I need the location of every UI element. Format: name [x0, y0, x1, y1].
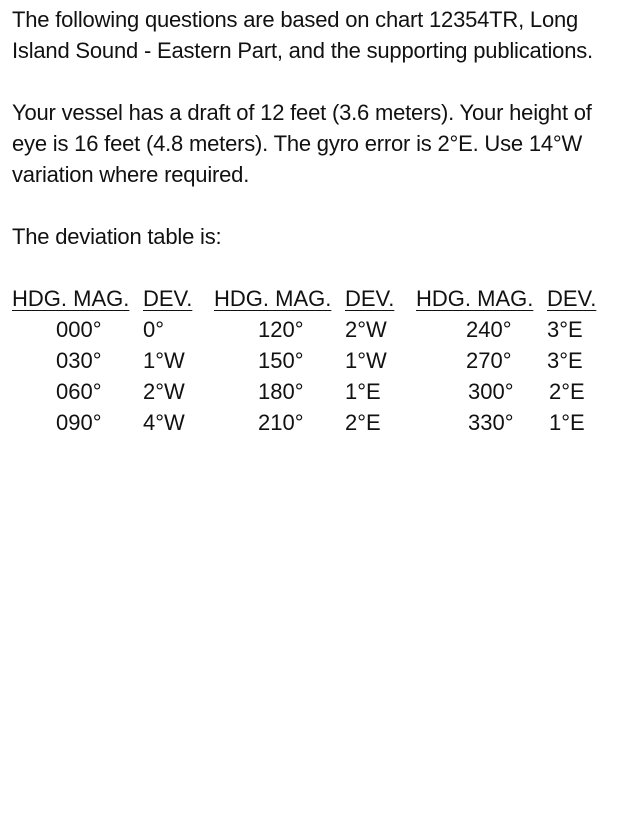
table-cell: 4°W [143, 410, 185, 435]
table-cell: 3°E [547, 348, 583, 373]
table-cell: 2°W [143, 379, 185, 404]
header-dev-3: DEV. [547, 286, 597, 311]
table-cell: 1°E [549, 410, 585, 435]
header-hdg-mag-3: HDG. MAG. [416, 286, 534, 311]
table-cell: 180° [258, 379, 304, 404]
table-cell: 090° [56, 410, 102, 435]
table-cell: 270° [466, 348, 512, 373]
table-cell: 030° [56, 348, 102, 373]
table-cell: 2°E [345, 410, 381, 435]
table-cell: 000° [56, 317, 102, 342]
table-cell: 240° [466, 317, 512, 342]
table-cell: 0° [143, 317, 165, 342]
table-cell: 1°W [345, 348, 387, 373]
table-cell: 1°W [143, 348, 185, 373]
header-dev-1: DEV. [143, 286, 193, 311]
table-cell: 2°W [345, 317, 387, 342]
table-cell: 330° [468, 410, 514, 435]
table-cell: 210° [258, 410, 304, 435]
table-cell: 300° [468, 379, 514, 404]
table-cell: 3°E [547, 317, 583, 342]
table-caption: The deviation table is: [12, 224, 222, 249]
intro-text: The following questions are based on cha… [12, 7, 593, 63]
vessel-info-text: Your vessel has a draft of 12 feet (3.6 … [12, 100, 592, 187]
table-cell: 120° [258, 317, 304, 342]
header-dev-2: DEV. [345, 286, 395, 311]
table-cell: 1°E [345, 379, 381, 404]
deviation-table: HDG. MAG. DEV. HDG. MAG. DEV. HDG. MAG. … [12, 283, 632, 443]
table-cell: 2°E [549, 379, 585, 404]
header-hdg-mag-1: HDG. MAG. [12, 286, 130, 311]
table-cell: 150° [258, 348, 304, 373]
question-page: The following questions are based on cha… [12, 4, 632, 443]
header-hdg-mag-2: HDG. MAG. [214, 286, 332, 311]
table-cell: 060° [56, 379, 102, 404]
